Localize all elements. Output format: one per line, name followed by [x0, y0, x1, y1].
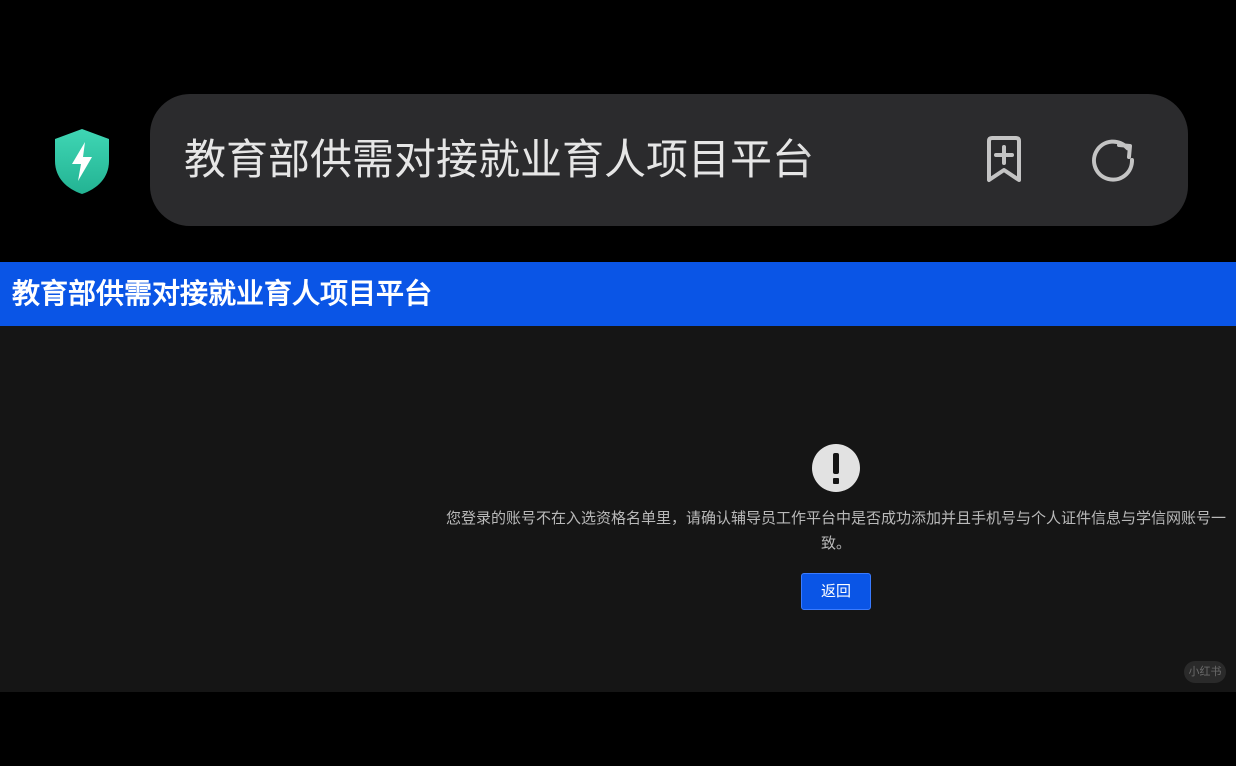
reload-icon[interactable] [1086, 132, 1142, 188]
page-title: 教育部供需对接就业育人项目平台 [12, 277, 433, 310]
screen: 教育部供需对接就业育人项目平台 教育部供需对接就业育人项目平台 您登录的账号不在… [0, 0, 1236, 766]
bookmark-add-icon[interactable] [976, 132, 1032, 188]
error-message: 您登录的账号不在入选资格名单里，请确认辅导员工作平台中是否成功添加并且手机号与个… [446, 509, 1227, 552]
exclamation-bar [833, 453, 839, 474]
exclamation-circle-icon [812, 444, 860, 492]
page-header: 教育部供需对接就业育人项目平台 [0, 262, 1236, 326]
back-button[interactable]: 返回 [801, 573, 871, 610]
exclamation-dot [833, 478, 839, 484]
address-text[interactable]: 教育部供需对接就业育人项目平台 [184, 132, 884, 188]
shield-lightning-icon[interactable] [50, 126, 114, 196]
web-page: 教育部供需对接就业育人项目平台 您登录的账号不在入选资格名单里，请确认辅导员工作… [0, 262, 1236, 692]
watermark-logo: 小红书 [1184, 661, 1226, 683]
address-bar[interactable]: 教育部供需对接就业育人项目平台 [150, 94, 1188, 226]
